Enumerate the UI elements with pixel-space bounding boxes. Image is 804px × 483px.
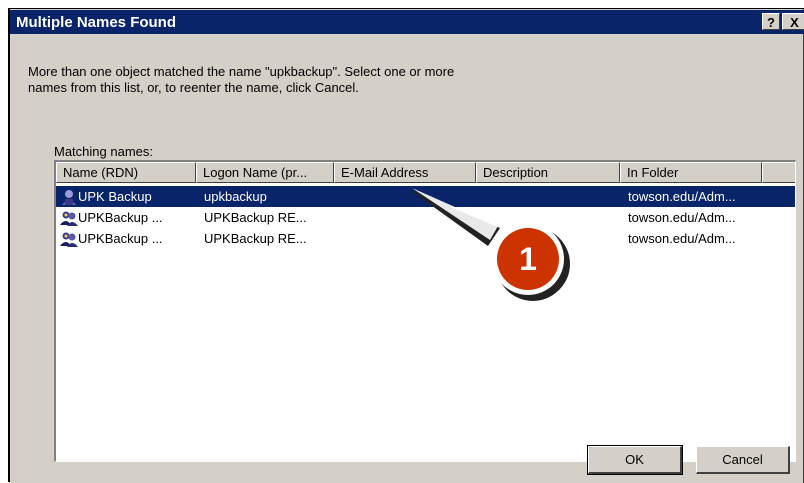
callout-number: 1	[519, 241, 537, 277]
callout-pointer	[410, 188, 500, 246]
callout-badge: 1	[492, 223, 570, 301]
